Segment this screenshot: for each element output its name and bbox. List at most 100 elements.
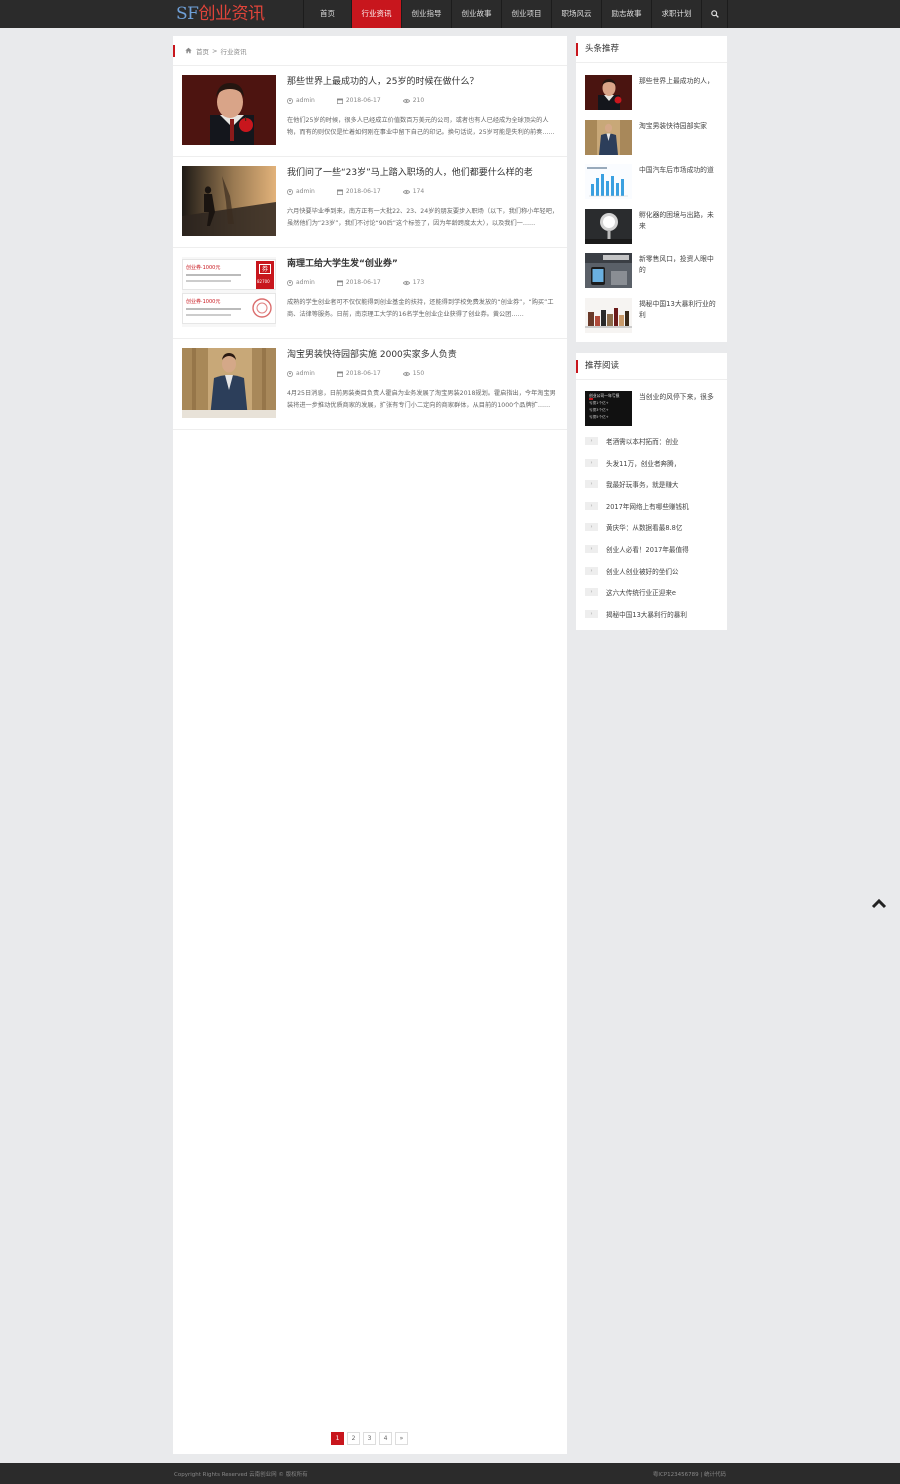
bullet-icon: › — [585, 588, 598, 596]
headline-thumbnail[interactable] — [585, 164, 632, 199]
headline-item-title[interactable]: 淘宝男装快待园部实家 — [639, 121, 719, 132]
recommend-thumbnail[interactable]: 创业公司一年亏损 亏损1个亿+ 亏损3个亿+ 亏损5个亿+ — [585, 391, 632, 426]
bullet-icon: › — [585, 502, 598, 510]
article-excerpt: 在他们25岁的时候，很多人已经成立价值数百万美元的公司，或者也有人已经成为全球顶… — [287, 117, 555, 136]
logo-sf: SF — [176, 4, 199, 24]
voucher-stamp: 券 82700 — [256, 261, 274, 289]
nav-item-startup-stories[interactable]: 创业故事 — [452, 0, 502, 28]
recommend-item[interactable]: › 老酒需以本村拓而：创业 — [585, 435, 723, 447]
eye-icon — [402, 371, 410, 376]
nav-item-startup-projects[interactable]: 创业项目 — [502, 0, 552, 28]
headline-thumbnail[interactable] — [585, 75, 632, 110]
nav-item-industry-news[interactable]: 行业资讯 — [352, 0, 402, 28]
recommend-item[interactable]: › 我最好玩事务，就是赚大 — [585, 478, 723, 490]
headline-item-title[interactable]: 那些世界上最成功的人， — [639, 76, 719, 87]
recommend-item[interactable]: › 黄庆华：从数据看最8.8亿 — [585, 521, 723, 533]
main-nav: 首页 行业资讯 创业指导 创业故事 创业项目 职场风云 励志故事 求职计划 — [303, 0, 728, 28]
nav-item-home[interactable]: 首页 — [304, 0, 352, 28]
article-title[interactable]: 我们问了一些“23岁”马上踏入职场的人，他们都要什么样的老 — [287, 165, 559, 178]
headline-item[interactable]: 孵化器的困境与出路，未来 — [585, 209, 725, 245]
article-author: admin — [287, 279, 315, 286]
article-thumbnail[interactable] — [182, 166, 276, 236]
headline-item[interactable]: 新零售风口，投资人眼中的 — [585, 253, 725, 289]
recommend-item[interactable]: › 创业人创业被好的坐们公 — [585, 565, 723, 577]
breadcrumb: 首页 > 行业资讯 — [173, 36, 567, 66]
article-date: 2018-06-17 — [336, 279, 381, 286]
recommend-widget: 推荐阅读 创业公司一年亏损 亏损1个亿+ 亏损3个亿+ 亏损5个亿+ 当创业的风… — [576, 353, 727, 630]
headline-item[interactable]: 揭秘中国13大暴利行业的利 — [585, 298, 725, 334]
article-views: 173 — [402, 279, 424, 286]
page-button-4[interactable]: 4 — [379, 1432, 392, 1445]
nav-item-startup-guide[interactable]: 创业指导 — [402, 0, 452, 28]
nav-item-job-plan[interactable]: 求职计划 — [652, 0, 702, 28]
article-item: 淘宝男装快待园部实施 2000实家多人负责 admin 2018-06-17 1… — [173, 339, 567, 430]
article-author: admin — [287, 188, 315, 195]
bullet-icon: › — [585, 545, 598, 553]
article-thumbnail[interactable] — [182, 75, 276, 145]
headline-widget: 头条推荐 那些世界上最成功的人， 淘宝男装快待园部实家 中国汽车后市场成功的道 … — [576, 36, 727, 342]
article-date: 2018-06-17 — [336, 188, 381, 195]
headline-item-title[interactable]: 新零售风口，投资人眼中的 — [639, 254, 719, 276]
footer: Copyright Rights Reserved 云南创业网 © 版权所有 粤… — [0, 1463, 900, 1484]
headline-title: 头条推荐 — [576, 36, 727, 63]
article-meta: admin 2018-06-17 174 — [287, 188, 446, 195]
logo-title: 创业资讯 — [198, 4, 265, 24]
voucher-title: 创业券·1000元 — [186, 299, 221, 305]
recommend-item[interactable]: › 揭秘中国13大暴利行的暴利 — [585, 608, 723, 620]
page-button-2[interactable]: 2 — [347, 1432, 360, 1445]
headline-thumbnail[interactable] — [585, 298, 632, 333]
back-to-top-button[interactable] — [870, 895, 888, 911]
nav-item-workplace[interactable]: 职场风云 — [552, 0, 602, 28]
bullet-icon: › — [585, 437, 598, 445]
eye-icon — [402, 280, 410, 285]
headline-item[interactable]: 那些世界上最成功的人， — [585, 75, 725, 111]
headline-thumbnail[interactable] — [585, 253, 632, 288]
breadcrumb-home[interactable]: 首页 — [196, 46, 209, 56]
article-excerpt: 六月快要毕业季到来，南方正有一大批22、23、24岁的朋友要步入职场（以下，我们… — [287, 208, 559, 227]
article-meta: admin 2018-06-17 150 — [287, 370, 446, 377]
recommend-top-item-title[interactable]: 当创业的风停下来，很多 — [639, 392, 719, 403]
breadcrumb-separator: > — [212, 46, 218, 55]
search-button[interactable] — [702, 0, 728, 28]
calendar-icon — [336, 98, 343, 104]
user-icon — [287, 279, 293, 286]
article-views: 174 — [402, 188, 424, 195]
voucher-title: 创业券·1000元 — [186, 265, 221, 271]
recommend-item[interactable]: › 创业人必看！2017年最值得 — [585, 543, 723, 555]
article-author: admin — [287, 97, 315, 104]
search-icon — [710, 10, 719, 18]
recommend-item[interactable]: › 这六大传统行业正迎来e — [585, 586, 723, 598]
nav-item-inspiration[interactable]: 励志故事 — [602, 0, 652, 28]
recommend-top-item[interactable]: 创业公司一年亏损 亏损1个亿+ 亏损3个亿+ 亏损5个亿+ 当创业的风停下来，很… — [585, 391, 725, 427]
calendar-icon — [336, 189, 343, 195]
recommend-item[interactable]: › 2017年网络上有哪些赚钱机 — [585, 500, 723, 512]
headline-thumbnail[interactable] — [585, 120, 632, 155]
footer-copyright: Copyright Rights Reserved 云南创业网 © 版权所有 — [174, 1472, 308, 1478]
article-date: 2018-06-17 — [336, 370, 381, 377]
headline-item[interactable]: 中国汽车后市场成功的道 — [585, 164, 725, 200]
recommend-item[interactable]: › 头发11万，创业者奔腾， — [585, 457, 723, 469]
article-excerpt: 成熟的学生创业者可不仅仅能得到创业基金的扶持，还能得到学校免费发放的“创业券”，… — [287, 299, 554, 318]
article-thumbnail[interactable] — [182, 348, 276, 418]
calendar-icon — [336, 371, 343, 377]
page-button-3[interactable]: 3 — [363, 1432, 376, 1445]
footer-icp[interactable]: 粤ICP123456789 | 统计代码 — [653, 1470, 726, 1478]
article-excerpt: 4月25日消息，日前男装类目负责人霍启为业务发展了淘宝男装2018规划。霍启指出… — [287, 390, 556, 409]
site-logo[interactable]: SF创业资讯 — [176, 3, 265, 25]
article-title[interactable]: 南理工给大学生发“创业券” — [287, 256, 559, 269]
article-thumbnail[interactable]: 创业券·1000元 券 82700 创业券·1000元 — [182, 257, 276, 327]
headline-thumbnail[interactable] — [585, 209, 632, 244]
article-title[interactable]: 那些世界上最成功的人，25岁的时候在做什么？ — [287, 74, 559, 87]
headline-item-title[interactable]: 孵化器的困境与出路，未来 — [639, 210, 719, 232]
headline-item[interactable]: 淘宝男装快待园部实家 — [585, 120, 725, 156]
headline-item-title[interactable]: 揭秘中国13大暴利行业的利 — [639, 299, 719, 321]
page-button-next[interactable]: » — [395, 1432, 408, 1445]
article-list-panel: 首页 > 行业资讯 那些世界上最成功的人，25岁的时候在做什么？ admin 2… — [173, 36, 567, 1454]
eye-icon — [402, 189, 410, 194]
article-title[interactable]: 淘宝男装快待园部实施 2000实家多人负责 — [287, 347, 559, 360]
headline-item-title[interactable]: 中国汽车后市场成功的道 — [639, 165, 719, 176]
page-button-1[interactable]: 1 — [331, 1432, 344, 1445]
article-item: 那些世界上最成功的人，25岁的时候在做什么？ admin 2018-06-17 … — [173, 66, 567, 157]
article-item: 我们问了一些“23岁”马上踏入职场的人，他们都要什么样的老 admin 2018… — [173, 157, 567, 248]
article-author: admin — [287, 370, 315, 377]
